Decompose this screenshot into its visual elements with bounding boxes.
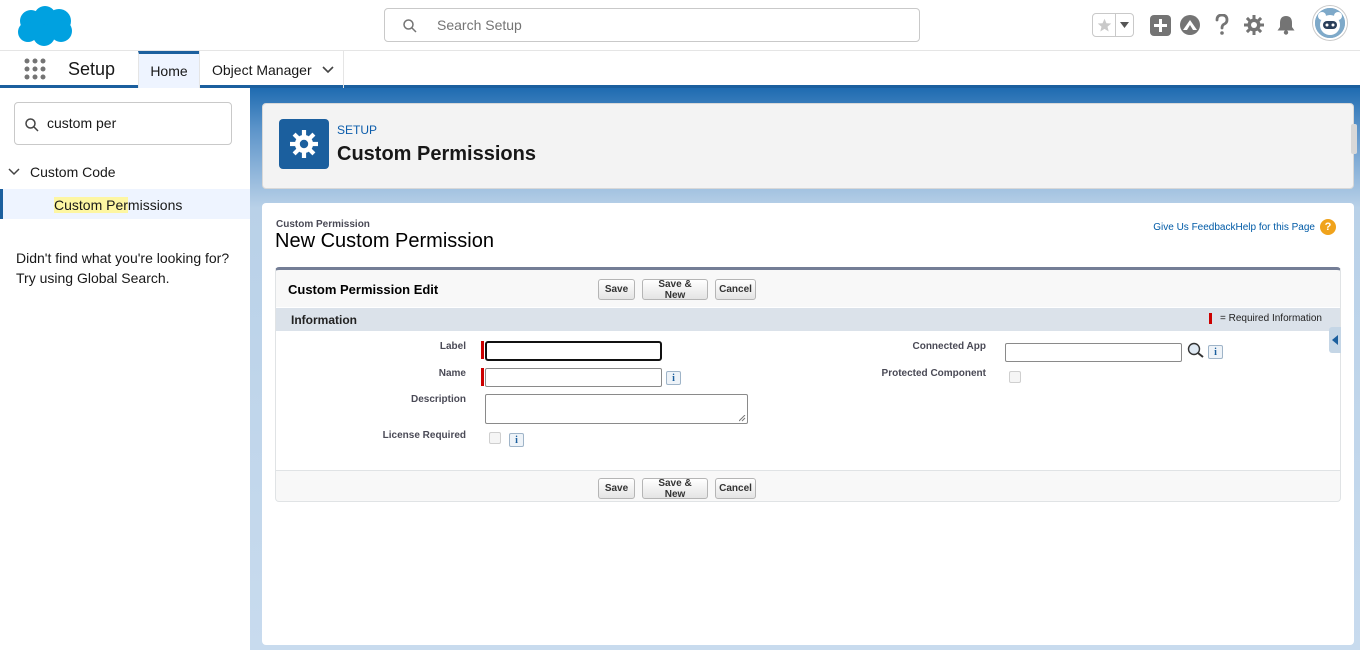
license-required-checkbox[interactable] [489,432,501,444]
label-field-label: Label [439,341,466,352]
tree-node-custom-code[interactable]: Custom Code [8,164,116,180]
edit-block: Custom Permission Edit Save Save & New C… [275,267,1341,502]
save-button[interactable]: Save [598,478,635,499]
record-type-label: Custom Permission [276,219,370,230]
chevron-down-icon[interactable] [322,65,334,74]
favorites-button[interactable] [1093,14,1116,36]
record-page-title: New Custom Permission [275,230,494,252]
tree-item-custom-permissions[interactable]: Custom Permissions [0,189,250,219]
global-search-input[interactable] [437,15,897,35]
global-actions-button[interactable] [1148,13,1172,37]
page-title: Custom Permissions [337,143,536,165]
tree-item-label-rest: missions [127,197,183,213]
setup-gear-button[interactable] [1242,13,1266,37]
content-card: Custom Permission New Custom Permission … [262,203,1354,645]
cancel-button[interactable]: Cancel [715,279,756,300]
tree-item-label: Custom Permissions [54,197,182,213]
global-search[interactable] [384,8,920,42]
form-body: Label Name i Description License Require… [276,327,1341,471]
search-icon [25,118,39,132]
notifications-button[interactable] [1274,13,1298,37]
tab-object-manager-label: Object Manager [212,61,312,78]
chevron-down-icon [1120,22,1129,28]
description-field-label: Description [410,394,466,405]
required-legend: = Required Information [1208,313,1322,324]
tab-home[interactable]: Home [138,51,199,88]
connected-app-info-icon[interactable]: i [1208,345,1223,359]
bell-icon [1277,16,1295,35]
tab-home-label: Home [150,63,188,79]
help-button[interactable] [1210,13,1234,37]
resize-handle-icon[interactable] [739,415,746,422]
avatar[interactable] [1313,6,1347,40]
not-found-line1: Didn't find what you're looking for? [16,250,230,266]
star-icon [1097,18,1111,31]
help-question-icon[interactable]: ? [1320,219,1336,235]
chevron-left-icon [1332,335,1338,345]
section-title: Information [291,313,357,327]
label-input[interactable] [485,341,662,361]
trailhead-icon [1180,15,1200,35]
name-info-icon[interactable]: i [666,371,681,385]
required-marker [1208,313,1212,324]
required-marker [481,341,484,359]
collapse-panel-tab[interactable] [1329,327,1341,353]
app-name: Setup [68,59,116,79]
page-header: SETUP Custom Permissions [262,103,1357,189]
help-for-page-link[interactable]: Help for this Page [1236,222,1316,233]
feedback-link[interactable]: Give Us Feedback [1153,222,1235,233]
block-title: Custom Permission Edit [288,282,439,297]
page-eyebrow: SETUP [337,123,378,137]
name-input[interactable] [485,368,662,387]
name-field-label: Name [438,368,466,379]
connected-app-input[interactable] [1005,343,1182,362]
help-icon [1215,14,1229,35]
global-header [0,0,1360,51]
search-match-highlight: Custom Per [54,197,128,213]
trailhead-button[interactable] [1178,13,1202,37]
chevron-down-icon[interactable] [8,166,20,178]
description-textarea[interactable] [485,394,748,424]
not-found-line2: Try using Global Search. [16,270,170,286]
section-header-information: Information = Required Information [276,307,1340,331]
save-button[interactable]: Save [598,279,635,300]
lookup-icon[interactable] [1187,342,1205,358]
not-found-message: Didn't find what you're looking for? Try… [16,248,236,288]
favorites-list-button[interactable] [1116,14,1133,36]
license-required-field-label: License Required [382,430,466,441]
top-button-row: Save Save & New Cancel [598,279,756,301]
search-icon [403,19,417,33]
context-nav-bar: Setup Home Object Manager [0,51,1360,88]
tree-node-label: Custom Code [30,164,116,180]
astro-avatar-icon [1315,8,1345,38]
required-marker [481,368,484,386]
setup-sidebar: Custom Code Custom Permissions Didn't fi… [0,88,250,650]
required-legend-text: = Required Information [1219,313,1322,324]
tab-object-manager[interactable]: Object Manager [199,51,344,88]
license-required-info-icon[interactable]: i [509,433,524,447]
protected-component-checkbox[interactable] [1009,371,1021,383]
add-icon [1149,14,1171,36]
quick-find-box[interactable] [14,102,232,145]
gear-icon [290,130,318,158]
bottom-button-row: Save Save & New Cancel [598,478,756,500]
cancel-button[interactable]: Cancel [715,478,756,499]
gear-icon [1244,15,1264,35]
salesforce-logo[interactable] [14,5,76,47]
app-launcher-icon[interactable] [24,58,46,80]
save-and-new-button[interactable]: Save & New [642,279,708,301]
help-links: Give Us Feedback Help for this Page ? [1153,219,1336,235]
setup-gear-icon [279,119,329,169]
quick-find-input[interactable] [47,115,227,131]
protected-component-field-label: Protected Component [881,368,986,379]
connected-app-field-label: Connected App [912,341,986,352]
save-and-new-button[interactable]: Save & New [642,478,708,500]
header-edge-handle [1351,124,1357,154]
favorites-group[interactable] [1092,13,1134,37]
